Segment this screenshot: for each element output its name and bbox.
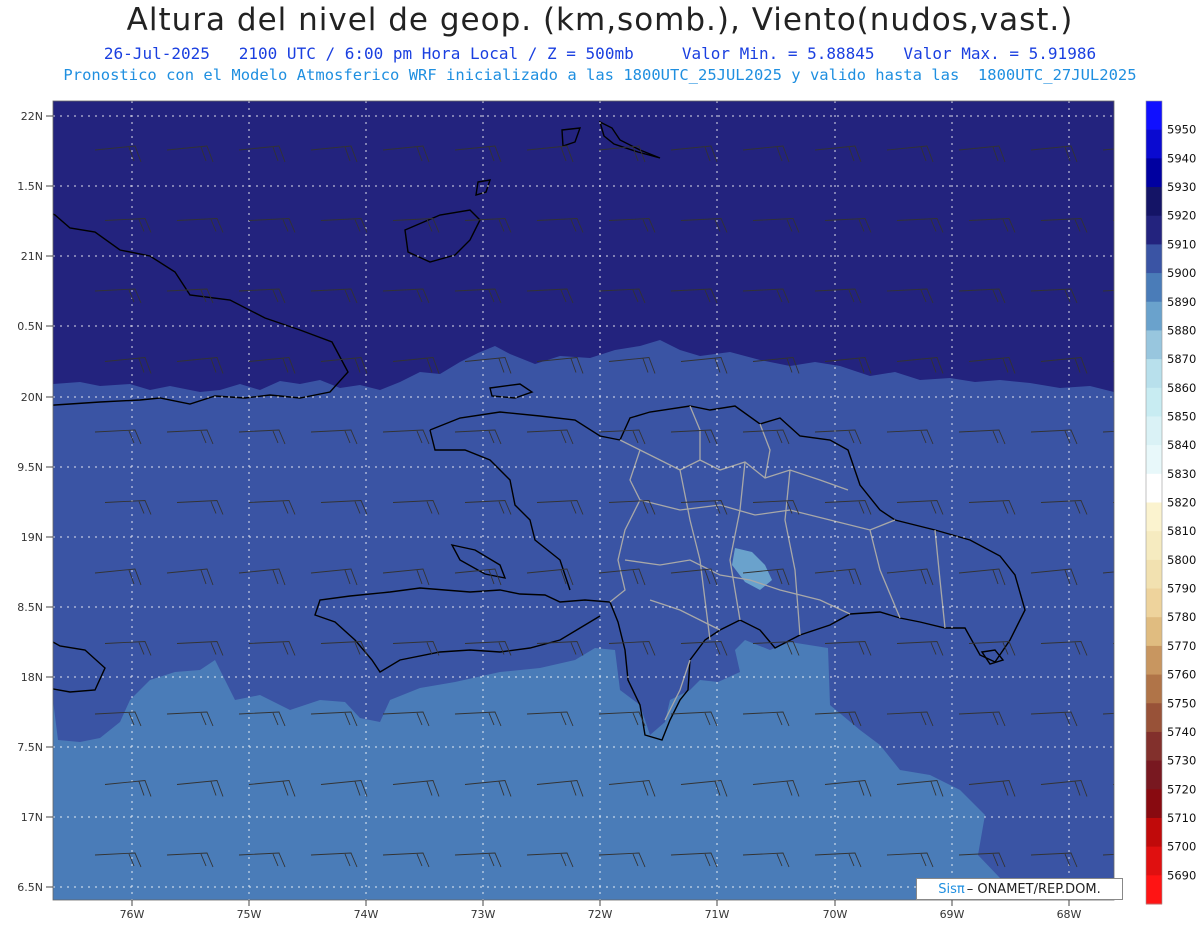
x-label: 74W [354, 908, 379, 921]
x-label: 68W [1057, 908, 1082, 921]
x-label: 72W [588, 908, 613, 921]
colorbar-label: 5890 [1167, 295, 1196, 309]
colorbar-label: 5900 [1167, 266, 1196, 280]
colorbar-label: 5770 [1167, 639, 1196, 653]
colorbar-cell [1146, 330, 1162, 360]
x-axis-labels: 76W 75W 74W 73W 72W 71W 70W 69W 68W [120, 908, 1082, 921]
colorbar-label: 5870 [1167, 352, 1196, 366]
colorbar-cell [1146, 531, 1162, 561]
colorbar-cell [1146, 129, 1162, 159]
colorbar-cell [1146, 789, 1162, 819]
colorbar-cell [1146, 158, 1162, 188]
y-label: 0.5N [17, 320, 43, 333]
colorbar-label: 5790 [1167, 582, 1196, 596]
y-label: 8.5N [17, 601, 43, 614]
colorbar-label: 5920 [1167, 209, 1196, 223]
colorbar-cell [1146, 244, 1162, 274]
y-label: 22N [21, 110, 43, 123]
colorbar-cell [1146, 817, 1162, 848]
colorbar-label: 5760 [1167, 668, 1196, 682]
colorbar-label: 5710 [1167, 811, 1196, 825]
colorbar-cell [1146, 731, 1162, 762]
colorbar-cell [1146, 387, 1162, 417]
x-label: 73W [471, 908, 496, 921]
colorbar-cell [1146, 187, 1162, 217]
map-canvas: 22N 1.5N 21N 0.5N 20N 9.5N 19N 8.5N 18N … [17, 100, 1196, 921]
colorbar-cell [1146, 588, 1162, 618]
colorbar-cell [1146, 674, 1162, 704]
map-plot-area [53, 101, 1114, 900]
colorbar-cell [1146, 445, 1162, 475]
band-5910 [53, 101, 1114, 392]
colorbar-label: 5950 [1167, 123, 1196, 137]
colorbar-cell [1146, 101, 1162, 131]
colorbar-cell [1146, 502, 1162, 532]
colorbar-cell [1146, 703, 1162, 733]
colorbar-cell [1146, 645, 1162, 676]
y-axis-labels: 22N 1.5N 21N 0.5N 20N 9.5N 19N 8.5N 18N … [17, 110, 43, 894]
x-label: 75W [237, 908, 262, 921]
credit-text: – ONAMET/REP.DOM. [966, 881, 1101, 897]
colorbar-label: 5850 [1167, 409, 1196, 423]
y-ticks [46, 115, 53, 888]
y-label: 7.5N [17, 741, 43, 754]
credit-box: Sisπ – ONAMET/REP.DOM. [916, 878, 1123, 900]
colorbar-label: 5700 [1167, 840, 1196, 854]
x-label: 76W [120, 908, 145, 921]
colorbar-label: 5740 [1167, 725, 1196, 739]
colorbar-cell [1146, 273, 1162, 303]
colorbar-label: 5720 [1167, 782, 1196, 796]
colorbar-cell [1146, 215, 1162, 245]
x-ticks [131, 900, 1070, 906]
y-label: 6.5N [17, 881, 43, 894]
colorbar-label: 5830 [1167, 467, 1196, 481]
colorbar-cell [1146, 875, 1162, 905]
y-label: 20N [21, 391, 43, 404]
colorbar-label: 5840 [1167, 438, 1196, 452]
sis-logo: Sisπ [938, 881, 965, 897]
y-label: 21N [21, 250, 43, 263]
colorbar-cell [1146, 359, 1162, 389]
y-label: 1.5N [17, 180, 43, 193]
colorbar-label: 5860 [1167, 381, 1196, 395]
colorbar-label: 5730 [1167, 754, 1196, 768]
y-label: 9.5N [17, 461, 43, 474]
colorbar: 5950 5940 5930 5920 5910 5900 5890 5880 5870 5860… [1145, 100, 1196, 905]
colorbar-label: 5930 [1167, 180, 1196, 194]
colorbar-cell [1146, 760, 1162, 790]
x-label: 69W [940, 908, 965, 921]
colorbar-cell [1146, 617, 1162, 647]
colorbar-label: 5910 [1167, 237, 1196, 251]
colorbar-label: 5880 [1167, 323, 1196, 337]
colorbar-label: 5750 [1167, 696, 1196, 710]
colorbar-cell [1146, 846, 1162, 876]
colorbar-cell [1146, 559, 1162, 590]
colorbar-cell [1146, 473, 1162, 503]
colorbar-label: 5780 [1167, 610, 1196, 624]
colorbar-label: 5690 [1167, 868, 1196, 882]
colorbar-label: 5800 [1167, 553, 1196, 567]
y-label: 18N [21, 671, 43, 684]
x-label: 70W [823, 908, 848, 921]
colorbar-label: 5810 [1167, 524, 1196, 538]
x-label: 71W [705, 908, 730, 921]
colorbar-label: 5820 [1167, 496, 1196, 510]
y-label: 17N [21, 811, 43, 824]
y-label: 19N [21, 531, 43, 544]
colorbar-cell [1146, 301, 1162, 331]
colorbar-label: 5940 [1167, 151, 1196, 165]
colorbar-cell [1146, 416, 1162, 446]
